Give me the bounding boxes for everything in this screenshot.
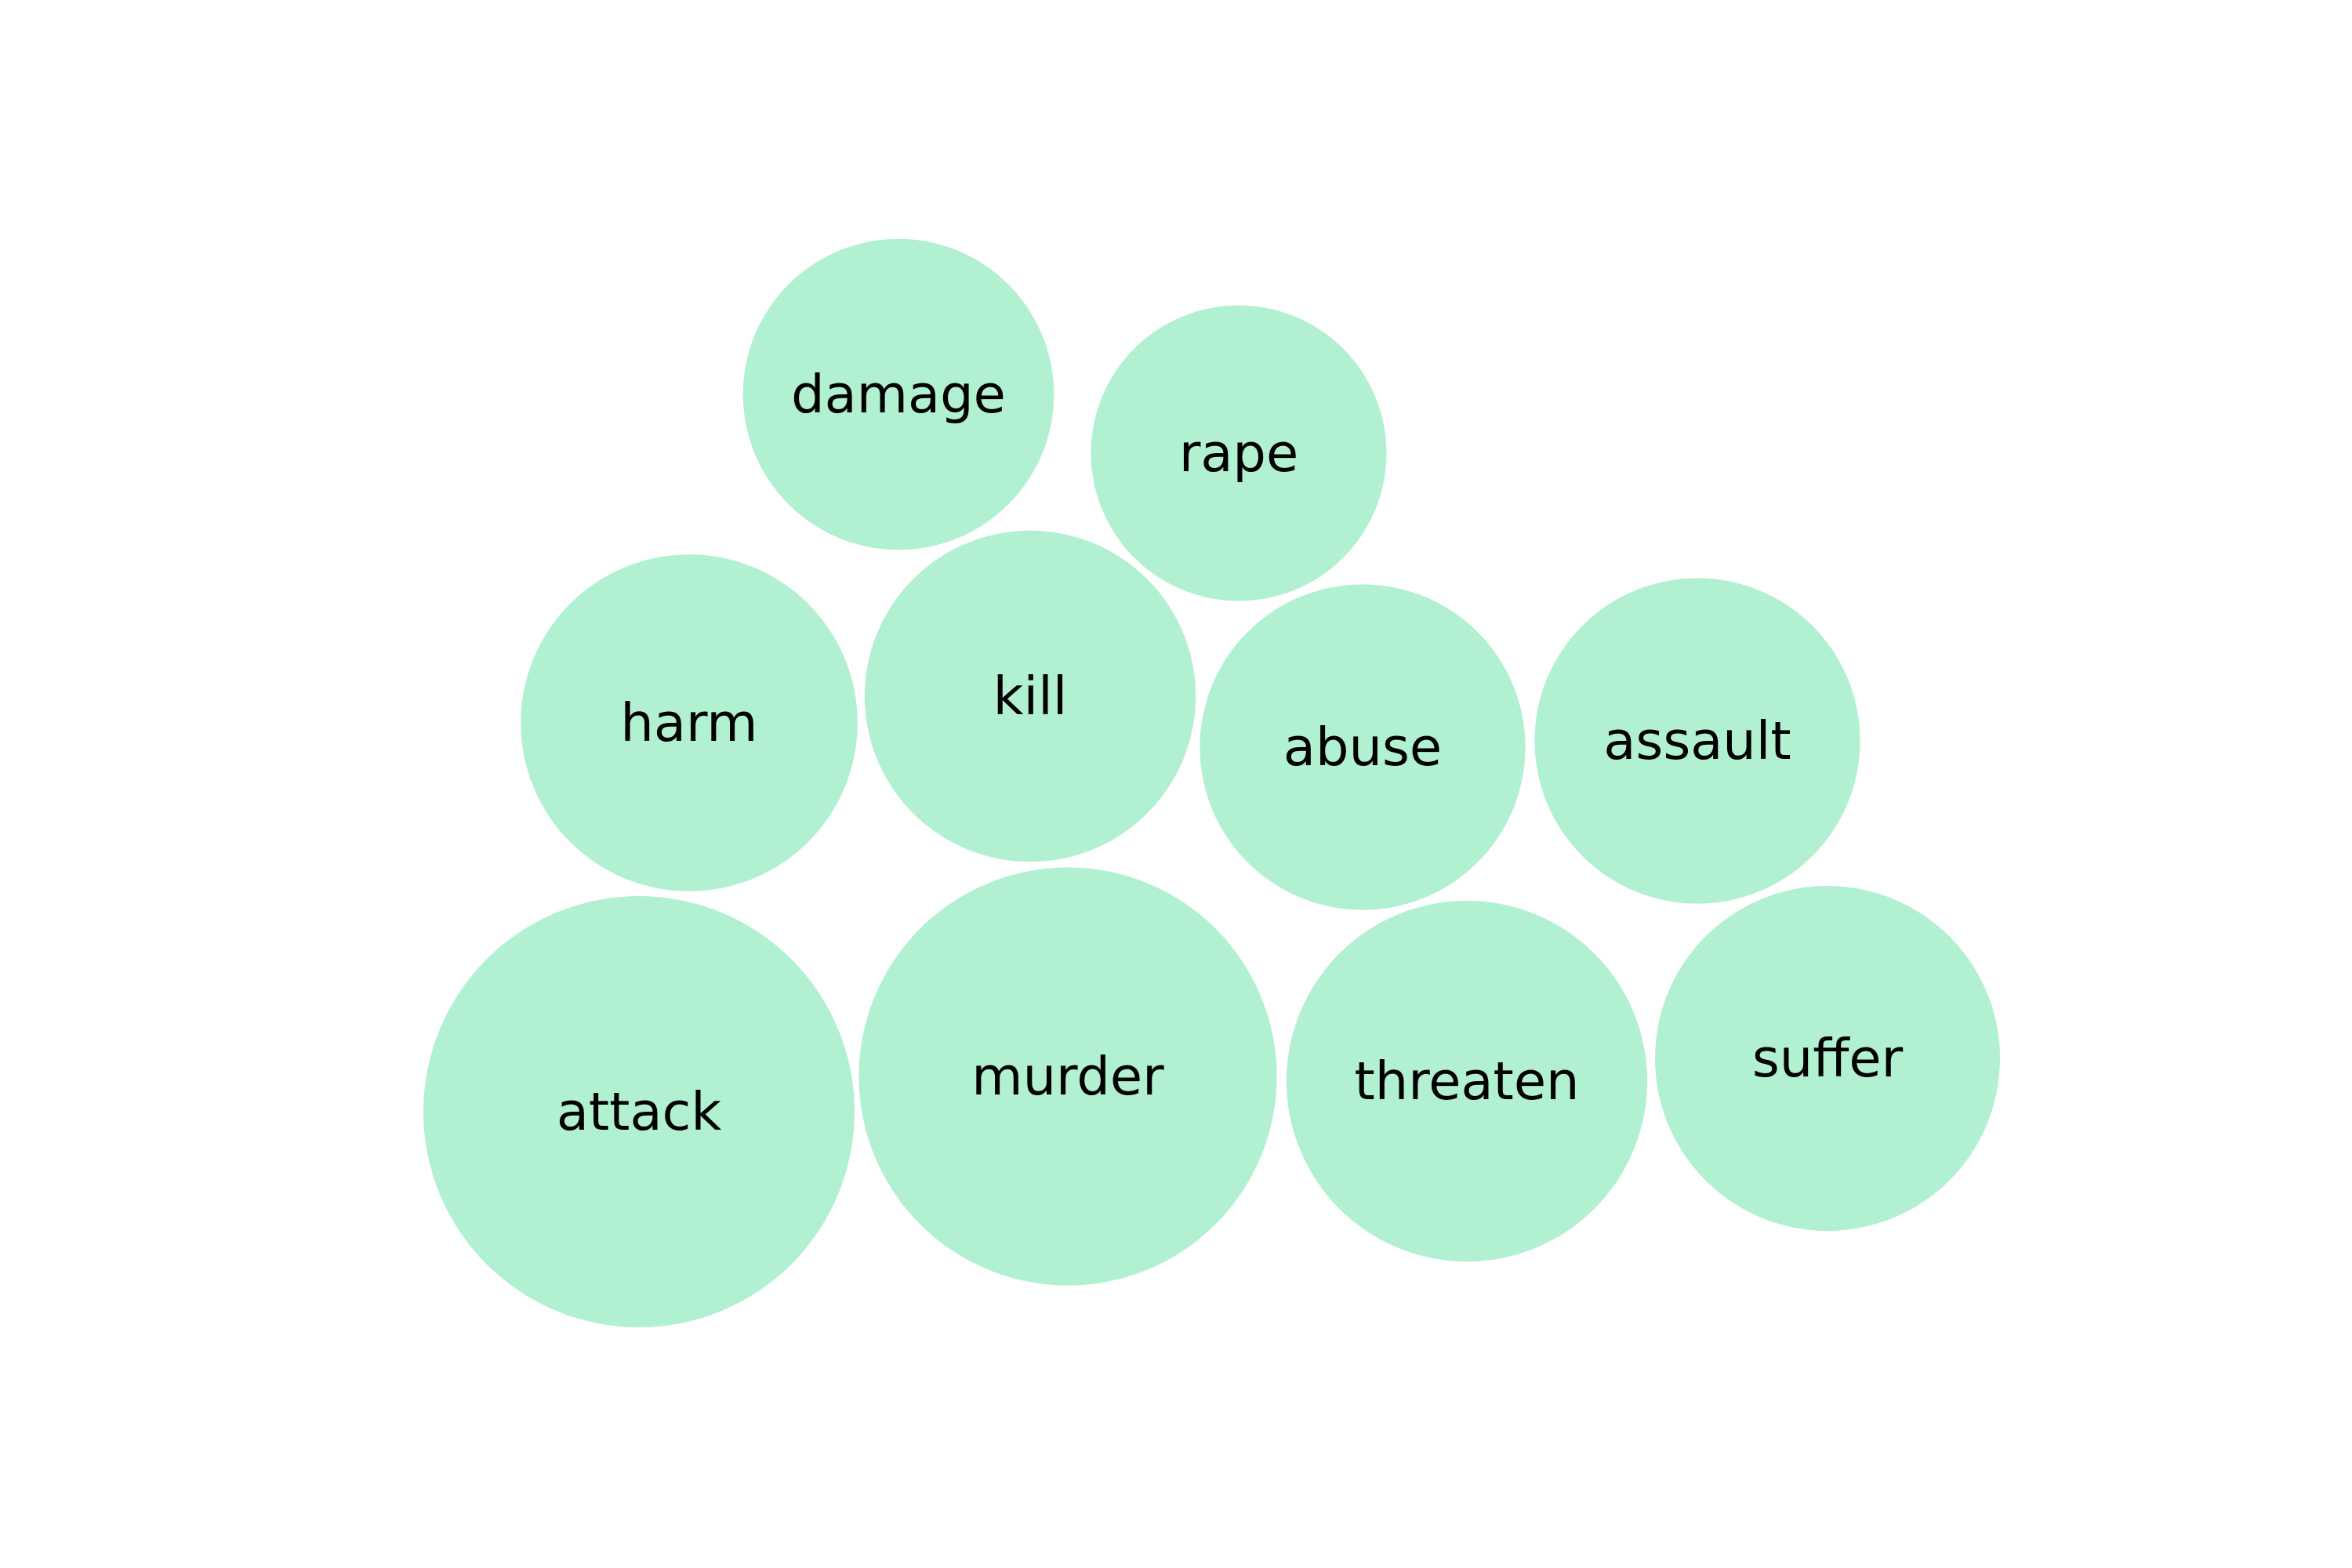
bubble-label-harm: harm bbox=[620, 692, 757, 753]
bubble-label-threaten: threaten bbox=[1354, 1051, 1579, 1112]
bubble-label-kill: kill bbox=[993, 666, 1068, 727]
bubble-label-suffer: suffer bbox=[1752, 1028, 1904, 1089]
bubble-layer bbox=[423, 238, 2000, 1327]
bubble-label-murder: murder bbox=[971, 1046, 1164, 1107]
bubble-label-attack: attack bbox=[557, 1081, 721, 1142]
bubble-label-rape: rape bbox=[1179, 423, 1298, 484]
bubble-label-abuse: abuse bbox=[1283, 717, 1442, 778]
bubble-label-damage: damage bbox=[791, 364, 1006, 425]
bubble-label-assault: assault bbox=[1603, 710, 1791, 771]
bubble-chart: attack murder threaten suffer harm kill abuse a… bbox=[423, 238, 2000, 1327]
